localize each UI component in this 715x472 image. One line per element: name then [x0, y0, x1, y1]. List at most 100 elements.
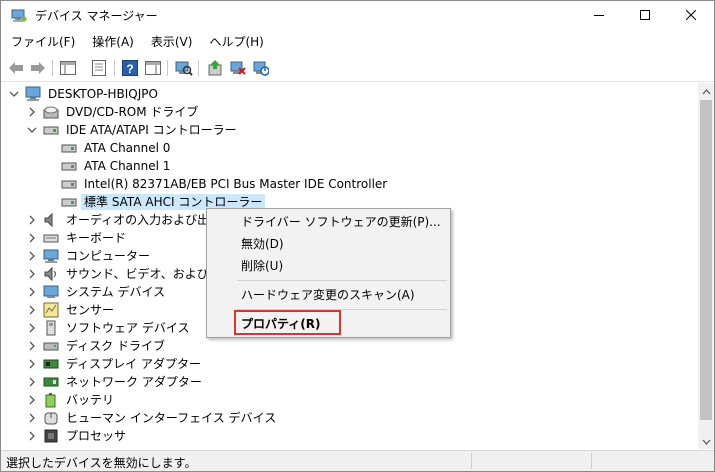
title-bar: デバイス マネージャー — [1, 1, 714, 31]
status-bar: 選択したデバイスを無効にします。 — [1, 450, 714, 471]
scroll-up-button[interactable] — [698, 83, 714, 99]
tree-item-label: センサー — [66, 303, 115, 317]
hid-icon — [43, 410, 59, 426]
ide-channel-icon — [61, 176, 77, 192]
close-button[interactable] — [668, 1, 714, 31]
device-manager-app-icon — [11, 9, 27, 23]
uninstall-device-icon[interactable] — [229, 59, 247, 77]
action-pane-icon[interactable] — [144, 59, 162, 77]
toolbar-separator — [52, 60, 53, 76]
tree-item-system[interactable]: システム デバイス — [25, 283, 168, 301]
tree-item-processor[interactable]: プロセッサ — [25, 427, 129, 445]
tree-child-intel-ide[interactable]: Intel(R) 82371AB/EB PCI Bus Master IDE C… — [57, 175, 390, 193]
context-menu-update-driver[interactable]: ドライバー ソフトウェアの更新(P)... — [208, 211, 449, 233]
context-menu-separator — [237, 280, 447, 281]
tree-item-label: ヒューマン インターフェイス デバイス — [66, 411, 277, 425]
tree-item-dvd[interactable]: DVD/CD-ROM ドライブ — [25, 103, 201, 121]
tree-item-software-device[interactable]: ソフトウェア デバイス — [25, 319, 192, 337]
tree-item-hid[interactable]: ヒューマン インターフェイス デバイス — [25, 409, 279, 427]
status-divider — [591, 453, 592, 469]
speaker-icon — [43, 212, 59, 228]
tree-item-label: ソフトウェア デバイス — [66, 321, 190, 335]
tree-item-keyboard[interactable]: キーボード — [25, 229, 129, 247]
menu-view[interactable]: 表示(V) — [141, 32, 200, 52]
minimize-button[interactable] — [576, 1, 622, 31]
tree-item-battery[interactable]: バッテリ — [25, 391, 117, 409]
tree-root-label: DESKTOP-HBIQJPO — [48, 87, 158, 101]
network-adapter-icon — [43, 374, 59, 390]
menu-bar: ファイル(F) 操作(A) 表示(V) ヘルプ(H) — [1, 32, 714, 52]
tree-item-label: ディスク ドライブ — [66, 339, 165, 353]
ide-controller-icon — [43, 122, 59, 138]
tree-item-label: DVD/CD-ROM ドライブ — [66, 105, 199, 119]
forward-arrow-icon[interactable] — [29, 59, 47, 77]
tree-item-audio-io[interactable]: オーディオの入力および出力 — [25, 211, 224, 229]
menu-help[interactable]: ヘルプ(H) — [199, 32, 270, 52]
chevron-right-icon[interactable] — [25, 211, 39, 229]
tree-item-display-adapter[interactable]: ディスプレイ アダプター — [25, 355, 204, 373]
scroll-down-button[interactable] — [698, 433, 714, 449]
tree-item-computer[interactable]: コンピューター — [25, 247, 153, 265]
tree-item-label: オーディオの入力および出力 — [66, 213, 222, 227]
tree-item-label: Intel(R) 82371AB/EB PCI Bus Master IDE C… — [84, 177, 388, 191]
dvd-drive-icon — [43, 104, 59, 120]
tree-item-label: ATA Channel 0 — [84, 141, 171, 155]
maximize-button[interactable] — [622, 1, 668, 31]
tree-child-ata1[interactable]: ATA Channel 1 — [57, 157, 173, 175]
chevron-down-icon[interactable] — [25, 121, 39, 139]
toolbar: ? — [1, 54, 714, 82]
scrollbar-thumb[interactable] — [700, 100, 712, 420]
close-icon — [685, 9, 697, 23]
context-menu-disable[interactable]: 無効(D) — [208, 233, 449, 255]
device-manager-window: デバイス マネージャー ファイル(F) 操作(A) 表示(V) ヘルプ(H) ?… — [0, 0, 715, 472]
status-divider — [471, 453, 472, 469]
system-device-icon — [43, 284, 59, 300]
tree-item-network-adapter[interactable]: ネットワーク アダプター — [25, 373, 205, 391]
chevron-right-icon[interactable] — [25, 355, 39, 373]
context-menu-scan[interactable]: ハードウェア変更のスキャン(A) — [208, 284, 449, 306]
vertical-scrollbar[interactable] — [698, 83, 714, 449]
tree-item-ide[interactable]: IDE ATA/ATAPI コントローラー — [25, 121, 240, 139]
tree-item-label: IDE ATA/ATAPI コントローラー — [66, 123, 237, 137]
tree-item-label: システム デバイス — [66, 285, 166, 299]
enable-device-icon[interactable] — [252, 59, 270, 77]
chevron-right-icon[interactable] — [25, 283, 39, 301]
chevron-down-icon[interactable] — [7, 85, 21, 103]
chevron-right-icon[interactable] — [25, 337, 39, 355]
update-driver-icon[interactable] — [206, 59, 224, 77]
sensor-icon — [43, 302, 59, 318]
tree-item-label: ネットワーク アダプター — [66, 375, 202, 389]
tree-root-row[interactable]: DESKTOP-HBIQJPO — [7, 85, 161, 103]
chevron-right-icon[interactable] — [25, 391, 39, 409]
context-menu-uninstall[interactable]: 削除(U) — [208, 255, 449, 277]
menu-file[interactable]: ファイル(F) — [1, 32, 82, 52]
chevron-right-icon[interactable] — [25, 265, 39, 283]
chevron-right-icon[interactable] — [25, 427, 39, 445]
back-arrow-icon[interactable] — [7, 59, 25, 77]
chevron-right-icon[interactable] — [25, 319, 39, 337]
tree-item-sensor[interactable]: センサー — [25, 301, 117, 319]
disk-drive-icon — [43, 338, 59, 354]
chevron-down-icon — [702, 434, 711, 448]
toolbar-separator — [198, 60, 199, 76]
processor-icon — [43, 428, 59, 444]
keyboard-icon — [43, 230, 59, 246]
menu-action[interactable]: 操作(A) — [82, 32, 141, 52]
chevron-right-icon[interactable] — [25, 229, 39, 247]
tree-item-disk-drive[interactable]: ディスク ドライブ — [25, 337, 168, 355]
svg-text:?: ? — [126, 62, 133, 76]
ide-channel-icon — [61, 194, 77, 210]
help-icon[interactable]: ? — [121, 59, 139, 77]
scan-hardware-icon[interactable] — [175, 59, 193, 77]
properties-icon[interactable] — [90, 59, 108, 77]
ide-channel-icon — [61, 158, 77, 174]
chevron-right-icon[interactable] — [25, 103, 39, 121]
show-hide-console-tree-icon[interactable] — [59, 59, 77, 77]
chevron-right-icon[interactable] — [25, 409, 39, 427]
display-adapter-icon — [43, 356, 59, 372]
ide-channel-icon — [61, 140, 77, 156]
chevron-right-icon[interactable] — [25, 301, 39, 319]
chevron-right-icon[interactable] — [25, 373, 39, 391]
tree-child-ata0[interactable]: ATA Channel 0 — [57, 139, 173, 157]
chevron-right-icon[interactable] — [25, 247, 39, 265]
